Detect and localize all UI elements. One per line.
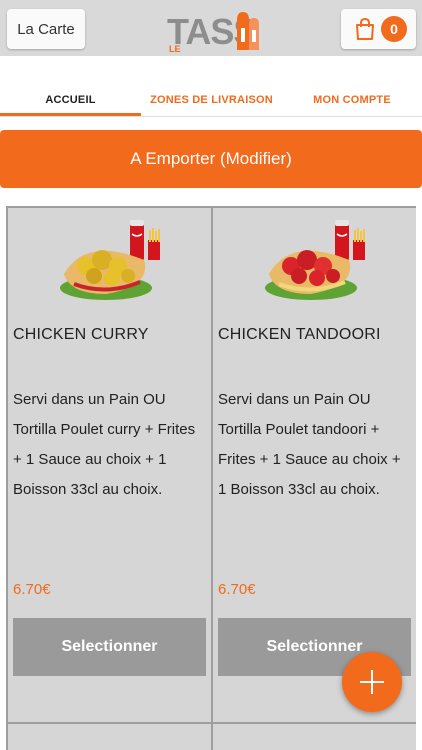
nav-tabs: ACCUEIL ZONES DE LIVRAISON MON COMPTE: [0, 56, 422, 118]
product-name: CHICKEN TANDOORI: [218, 326, 381, 343]
tabs-divider: [0, 116, 422, 117]
product-description: Servi dans un Pain OU Tortilla Poulet cu…: [13, 391, 196, 498]
product-card: CHICKEN CURRY Servi dans un Pain OU Tort…: [8, 208, 211, 722]
cart-button[interactable]: 0: [341, 9, 416, 49]
brand-logo: TASS LE: [163, 6, 263, 54]
chicken-tandoori-image: [265, 220, 365, 300]
product-description: Servi dans un Pain OU Tortilla Poulet ta…: [218, 391, 401, 498]
plus-icon: [360, 670, 384, 694]
product-card: CHICKEN TANDOORI Servi dans un Pain OU T…: [213, 208, 416, 722]
add-floating-button[interactable]: [342, 652, 402, 712]
product-card: [8, 724, 211, 750]
select-button[interactable]: Selectionner: [13, 618, 206, 676]
product-name: CHICKEN CURRY: [13, 326, 149, 343]
product-price: 6.70€: [218, 581, 256, 598]
chicken-curry-image: [60, 220, 160, 300]
tab-mon-compte[interactable]: MON COMPTE: [282, 94, 422, 106]
top-bar: La Carte TASS LE 0: [0, 0, 422, 56]
order-mode-button[interactable]: A Emporter (Modifier): [0, 130, 422, 188]
svg-text:LE: LE: [169, 44, 181, 54]
product-price: 6.70€: [13, 581, 51, 598]
menu-button[interactable]: La Carte: [7, 9, 85, 49]
tab-accueil[interactable]: ACCUEIL: [0, 94, 141, 106]
product-card: [213, 724, 416, 750]
tab-zones-de-livraison[interactable]: ZONES DE LIVRAISON: [141, 94, 282, 106]
shopping-bag-icon: [356, 17, 374, 40]
cart-count-badge: 0: [381, 16, 407, 42]
